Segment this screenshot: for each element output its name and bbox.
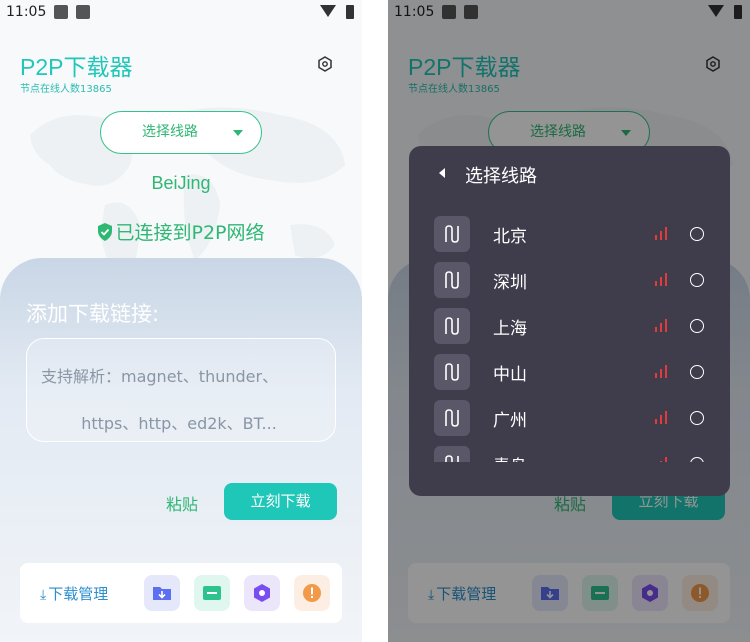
file-box-icon[interactable] <box>194 575 230 611</box>
wifi-icon <box>320 5 336 17</box>
route-row[interactable]: 广州 <box>409 400 730 446</box>
settings-hexagon-icon[interactable] <box>317 56 333 72</box>
route-radio-button[interactable] <box>690 365 704 379</box>
route-select-dialog: 选择线路 北京深圳上海中山广州青岛 <box>409 146 730 496</box>
route-name: 青岛 <box>493 452 527 462</box>
download-manager-label: 下载管理 <box>48 585 109 603</box>
online-count: 节点在线人数13865 <box>20 84 112 95</box>
route-name: 北京 <box>493 227 527 247</box>
route-name: 上海 <box>493 319 527 339</box>
route-name: 中山 <box>493 365 527 385</box>
signal-strength-icon <box>660 457 667 462</box>
shield-check-icon <box>98 223 113 241</box>
status-time: 11:05 <box>6 4 47 20</box>
route-node-icon <box>434 308 470 344</box>
route-name: 广州 <box>493 411 527 431</box>
route-row[interactable]: 上海 <box>409 308 730 354</box>
route-radio-button[interactable] <box>690 227 704 241</box>
add-link-title: 添加下载链接: <box>26 302 160 326</box>
signal-strength-icon <box>655 227 667 240</box>
route-name: 深圳 <box>493 273 527 293</box>
notification-icon <box>76 5 90 19</box>
route-list[interactable]: 北京深圳上海中山广州青岛 <box>409 216 730 462</box>
app-title: P2P下载器 <box>20 54 133 80</box>
placeholder-line-1: 支持解析：magnet、thunder、 <box>41 367 279 386</box>
route-node-icon <box>434 262 470 298</box>
signal-strength-icon <box>655 365 667 378</box>
route-row[interactable]: 青岛 <box>409 446 730 462</box>
notification-icon <box>54 5 68 19</box>
signal-strength-icon <box>655 319 667 332</box>
main-screen: 11:05 P2P下载器 节点在线人数13865 选择线路 BeiJing 已连… <box>0 0 362 642</box>
route-node-icon <box>434 446 470 462</box>
alert-icon[interactable] <box>294 575 330 611</box>
route-node-icon <box>434 354 470 390</box>
route-row[interactable]: 中山 <box>409 354 730 400</box>
select-route-button[interactable]: 选择线路 <box>100 111 262 154</box>
link-input[interactable]: 支持解析：magnet、thunder、 https、http、ed2k、BT.… <box>26 338 336 442</box>
download-now-button[interactable]: 立刻下载 <box>224 483 337 520</box>
signal-strength-icon <box>655 411 667 424</box>
download-manager-button[interactable]: ⤓ 下载管理 <box>40 583 108 604</box>
connection-status: 已连接到P2P网络 <box>0 218 362 245</box>
route-radio-button[interactable] <box>690 457 704 462</box>
folder-download-icon[interactable] <box>144 575 180 611</box>
battery-icon <box>346 5 354 19</box>
route-radio-button[interactable] <box>690 319 704 333</box>
select-route-label: 选择线路 <box>142 124 198 140</box>
route-row[interactable]: 深圳 <box>409 262 730 308</box>
route-node-icon <box>434 400 470 436</box>
signal-strength-icon <box>655 273 667 286</box>
paste-button[interactable]: 粘贴 <box>166 491 198 515</box>
download-arrow-icon: ⤓ <box>40 587 47 603</box>
route-row[interactable]: 北京 <box>409 216 730 262</box>
route-node-icon <box>434 216 470 252</box>
hexagon-settings-icon[interactable] <box>244 575 280 611</box>
route-radio-button[interactable] <box>690 273 704 287</box>
link-placeholder: 支持解析：magnet、thunder、 https、http、ed2k、BT.… <box>41 353 317 447</box>
dropdown-caret-icon <box>233 130 243 136</box>
status-bar: 11:05 <box>0 0 362 26</box>
route-radio-button[interactable] <box>690 411 704 425</box>
back-arrow-icon[interactable] <box>439 168 445 178</box>
placeholder-line-2: https、http、ed2k、BT... <box>81 414 277 433</box>
connection-status-text: 已连接到P2P网络 <box>115 222 265 244</box>
bottom-toolbar: ⤓ 下载管理 <box>20 563 342 623</box>
current-city: BeiJing <box>151 173 211 193</box>
route-dialog-screen: 11:05 P2P下载器 节点在线人数13865 选择线路 粘贴 立刻下载 ⤓ 下… <box>388 0 750 642</box>
dialog-title: 选择线路 <box>465 166 537 187</box>
